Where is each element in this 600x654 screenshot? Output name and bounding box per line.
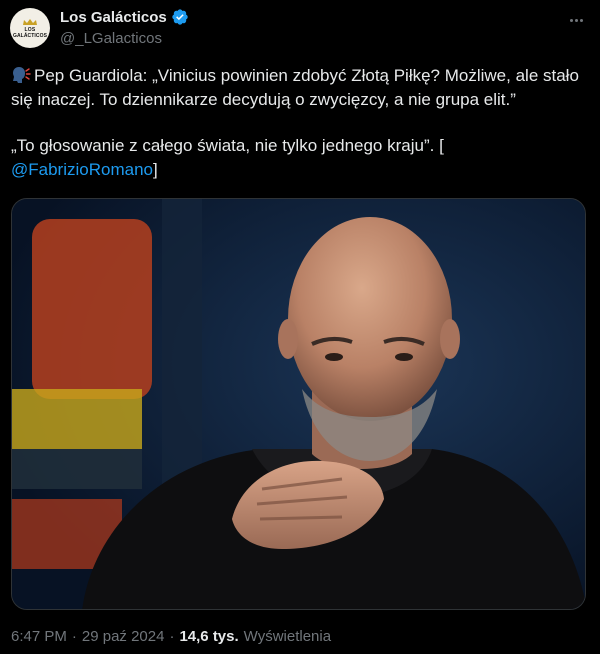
avatar[interactable]: LOS GALÁCTICOS	[10, 8, 50, 48]
tweet-paragraph-1: Pep Guardiola: „Vinicius powinien zdobyć…	[11, 64, 591, 112]
tweet-line-2-prefix: „To głosowanie z całego świata, nie tylk…	[11, 136, 444, 155]
author-handle[interactable]: @_LGalacticos	[60, 30, 162, 47]
views-label: Wyświetlenia	[243, 628, 332, 645]
tweet-line-2-suffix: ]	[152, 160, 158, 179]
tweet-line-1: Pep Guardiola: „Vinicius powinien zdobyć…	[11, 66, 579, 109]
avatar-logo-text-2: GALÁCTICOS	[12, 32, 48, 39]
tweet-paragraph-2: „To głosowanie z całego świata, nie tylk…	[11, 134, 591, 182]
separator: ·	[169, 628, 175, 645]
crown-icon	[23, 18, 37, 25]
verified-badge-icon	[172, 9, 188, 25]
mention-link[interactable]: @FabrizioRomano	[11, 160, 153, 179]
tweet-time[interactable]: 6:47 PM	[11, 628, 67, 645]
views-count[interactable]: 14,6 tys.	[179, 628, 238, 645]
tweet-meta: 6:47 PM · 29 paź 2024 · 14,6 tys. Wyświe…	[11, 628, 331, 645]
author-display-name[interactable]: Los Galácticos	[60, 9, 167, 26]
tweet: LOS GALÁCTICOS Los Galácticos @_LGalacti…	[0, 0, 600, 654]
more-options-icon[interactable]	[566, 10, 586, 30]
speaking-head-emoji-icon	[13, 67, 31, 83]
tweet-date[interactable]: 29 paź 2024	[82, 628, 165, 645]
author-name-row: Los Galácticos	[60, 8, 189, 26]
tweet-text: Pep Guardiola: „Vinicius powinien zdobyć…	[11, 64, 591, 182]
tweet-photo[interactable]	[11, 198, 586, 610]
separator: ·	[71, 628, 77, 645]
photo-illustration	[12, 199, 585, 609]
